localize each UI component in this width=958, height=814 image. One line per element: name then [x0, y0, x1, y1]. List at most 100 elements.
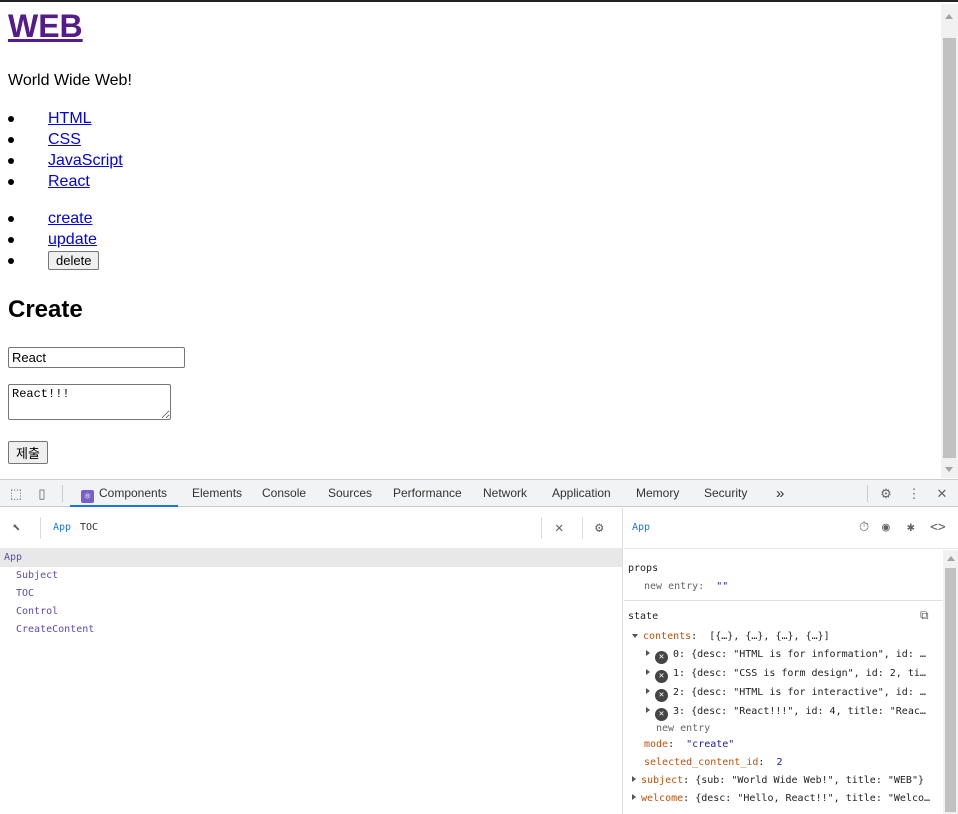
state-welcome[interactable]: welcome: {desc: "Hello, React!!", title:…	[632, 792, 930, 806]
breadcrumb-app[interactable]: App	[53, 522, 71, 533]
more-options-icon[interactable]: ⋮	[906, 486, 922, 502]
copy-icon[interactable]: ⧉	[920, 608, 929, 623]
expand-icon	[632, 794, 636, 800]
contents-item[interactable]: ✕ 3: {desc: "React!!!", id: 4, title: "Re…	[646, 705, 926, 721]
contents-item[interactable]: ✕ 1: {desc: "CSS is form design", id: 2, …	[646, 667, 926, 683]
component-inspector-panel: App ⏱ ◉ ✱ <> props new entry: "" state ⧉…	[624, 508, 958, 814]
scroll-down-icon[interactable]	[945, 467, 953, 472]
expand-icon	[632, 776, 636, 782]
tabbar-divider	[62, 485, 63, 502]
delete-entry-icon: ✕	[655, 670, 668, 683]
expand-icon	[646, 650, 650, 656]
toc-link-javascript[interactable]: JavaScript	[48, 152, 123, 169]
component-tree-panel: ⬉ App TOC ✕ ⚙ App Subject TOC Control Cr…	[0, 508, 623, 814]
toc-item: HTML	[8, 108, 123, 129]
collapse-icon	[632, 634, 638, 638]
title-input[interactable]	[8, 347, 185, 368]
tree-settings-gear-icon[interactable]: ⚙	[595, 520, 603, 536]
bug-icon[interactable]: ✱	[907, 520, 915, 535]
settings-gear-icon[interactable]: ⚙	[878, 486, 894, 502]
inspector-scrollbar[interactable]	[943, 550, 958, 814]
contents-item[interactable]: ✕ 2: {desc: "HTML is for interactive", id…	[646, 686, 926, 702]
page-scrollbar[interactable]	[941, 4, 958, 478]
section-divider	[624, 600, 942, 601]
clear-search-icon[interactable]: ✕	[555, 520, 563, 536]
delete-entry-icon: ✕	[655, 708, 668, 721]
submit-button[interactable]: 제출	[8, 441, 48, 464]
breadcrumb-toc[interactable]: TOC	[80, 522, 98, 533]
contents-new-entry[interactable]: new entry	[656, 722, 710, 736]
scroll-up-icon[interactable]	[945, 14, 953, 19]
props-new-entry[interactable]: new entry: ""	[644, 580, 728, 594]
tree-node-control[interactable]: Control	[0, 603, 622, 621]
tab-console[interactable]: Console	[262, 480, 306, 507]
toc-list: HTML CSS JavaScript React	[8, 108, 123, 192]
toolbar-divider	[582, 517, 583, 539]
tree-node-createcontent[interactable]: CreateContent	[0, 621, 622, 639]
tab-security[interactable]: Security	[704, 480, 747, 507]
scroll-thumb[interactable]	[945, 568, 956, 812]
tree-node-app[interactable]: App	[0, 549, 622, 567]
inspect-element-icon[interactable]: ⬚	[8, 486, 24, 502]
view-source-icon[interactable]: <>	[930, 520, 946, 535]
toc-link-css[interactable]: CSS	[48, 131, 81, 148]
tree-node-toc[interactable]: TOC	[0, 585, 622, 603]
toc-item: JavaScript	[8, 150, 123, 171]
device-toolbar-icon[interactable]: ▯	[34, 486, 50, 502]
tab-components[interactable]: ⚛ Components	[70, 480, 179, 507]
devtools-tabbar: ⬚ ▯ ⚛ Components Elements Console Sources…	[0, 480, 958, 507]
contents-item[interactable]: ✕ 0: {desc: "HTML is for information", id…	[646, 648, 926, 664]
control-list: create update delete	[7, 208, 100, 274]
toc-item: React	[8, 171, 123, 192]
delete-button[interactable]: delete	[48, 251, 100, 270]
state-title: state	[628, 611, 659, 622]
toc-link-react[interactable]: React	[48, 173, 90, 190]
tree-node-subject[interactable]: Subject	[0, 567, 622, 585]
expand-icon	[646, 707, 650, 713]
eye-icon[interactable]: ◉	[882, 520, 890, 535]
expand-icon	[646, 688, 650, 694]
desc-textarea[interactable]: React!!!	[8, 384, 171, 420]
close-devtools-icon[interactable]: ✕	[934, 486, 950, 502]
state-mode[interactable]: mode: "create"	[644, 738, 734, 752]
react-icon: ⚛	[81, 490, 94, 503]
tree-list: App Subject TOC Control CreateContent	[0, 549, 622, 639]
update-link[interactable]: update	[48, 231, 97, 248]
tab-elements[interactable]: Elements	[192, 480, 242, 507]
inspector-header: App ⏱ ◉ ✱ <>	[624, 508, 958, 549]
inspected-component-name: App	[632, 522, 651, 533]
props-title: props	[628, 563, 659, 574]
more-tabs-icon[interactable]: »	[776, 480, 784, 507]
devtools-panel: ⬚ ▯ ⚛ Components Elements Console Sources…	[0, 479, 958, 814]
page-subtitle: World Wide Web!	[8, 72, 132, 89]
delete-entry-icon: ✕	[655, 651, 668, 664]
toc-link-html[interactable]: HTML	[48, 110, 92, 127]
control-item: delete	[7, 250, 100, 274]
scroll-thumb[interactable]	[943, 38, 956, 458]
tab-sources[interactable]: Sources	[328, 480, 372, 507]
page-content: WEB World Wide Web! HTML CSS JavaScript …	[0, 4, 941, 478]
control-item: update	[7, 229, 99, 250]
title-link[interactable]: WEB	[8, 8, 83, 44]
create-link[interactable]: create	[48, 210, 92, 227]
scroll-up-icon[interactable]	[947, 556, 955, 561]
state-selected-content-id[interactable]: selected_content_id: 2	[644, 756, 782, 770]
tab-application[interactable]: Application	[552, 480, 611, 507]
control-item: create	[7, 208, 99, 229]
tab-network[interactable]: Network	[483, 480, 527, 507]
delete-entry-icon: ✕	[655, 689, 668, 702]
stopwatch-icon[interactable]: ⏱	[859, 520, 869, 535]
state-subject[interactable]: subject: {sub: "World Wide Web!", title:…	[632, 774, 924, 788]
tree-toolbar: ⬉ App TOC ✕ ⚙	[0, 508, 622, 549]
toc-item: CSS	[8, 129, 123, 150]
tab-performance[interactable]: Performance	[393, 480, 462, 507]
state-contents[interactable]: contents: [{…}, {…}, {…}, {…}]	[632, 630, 830, 644]
page-title: WEB	[8, 8, 83, 45]
expand-icon	[646, 669, 650, 675]
toolbar-divider	[40, 517, 41, 539]
tabbar-divider	[867, 485, 868, 502]
select-component-icon[interactable]: ⬉	[12, 520, 20, 536]
create-heading: Create	[8, 296, 83, 323]
toolbar-divider	[541, 517, 542, 539]
tab-memory[interactable]: Memory	[636, 480, 679, 507]
